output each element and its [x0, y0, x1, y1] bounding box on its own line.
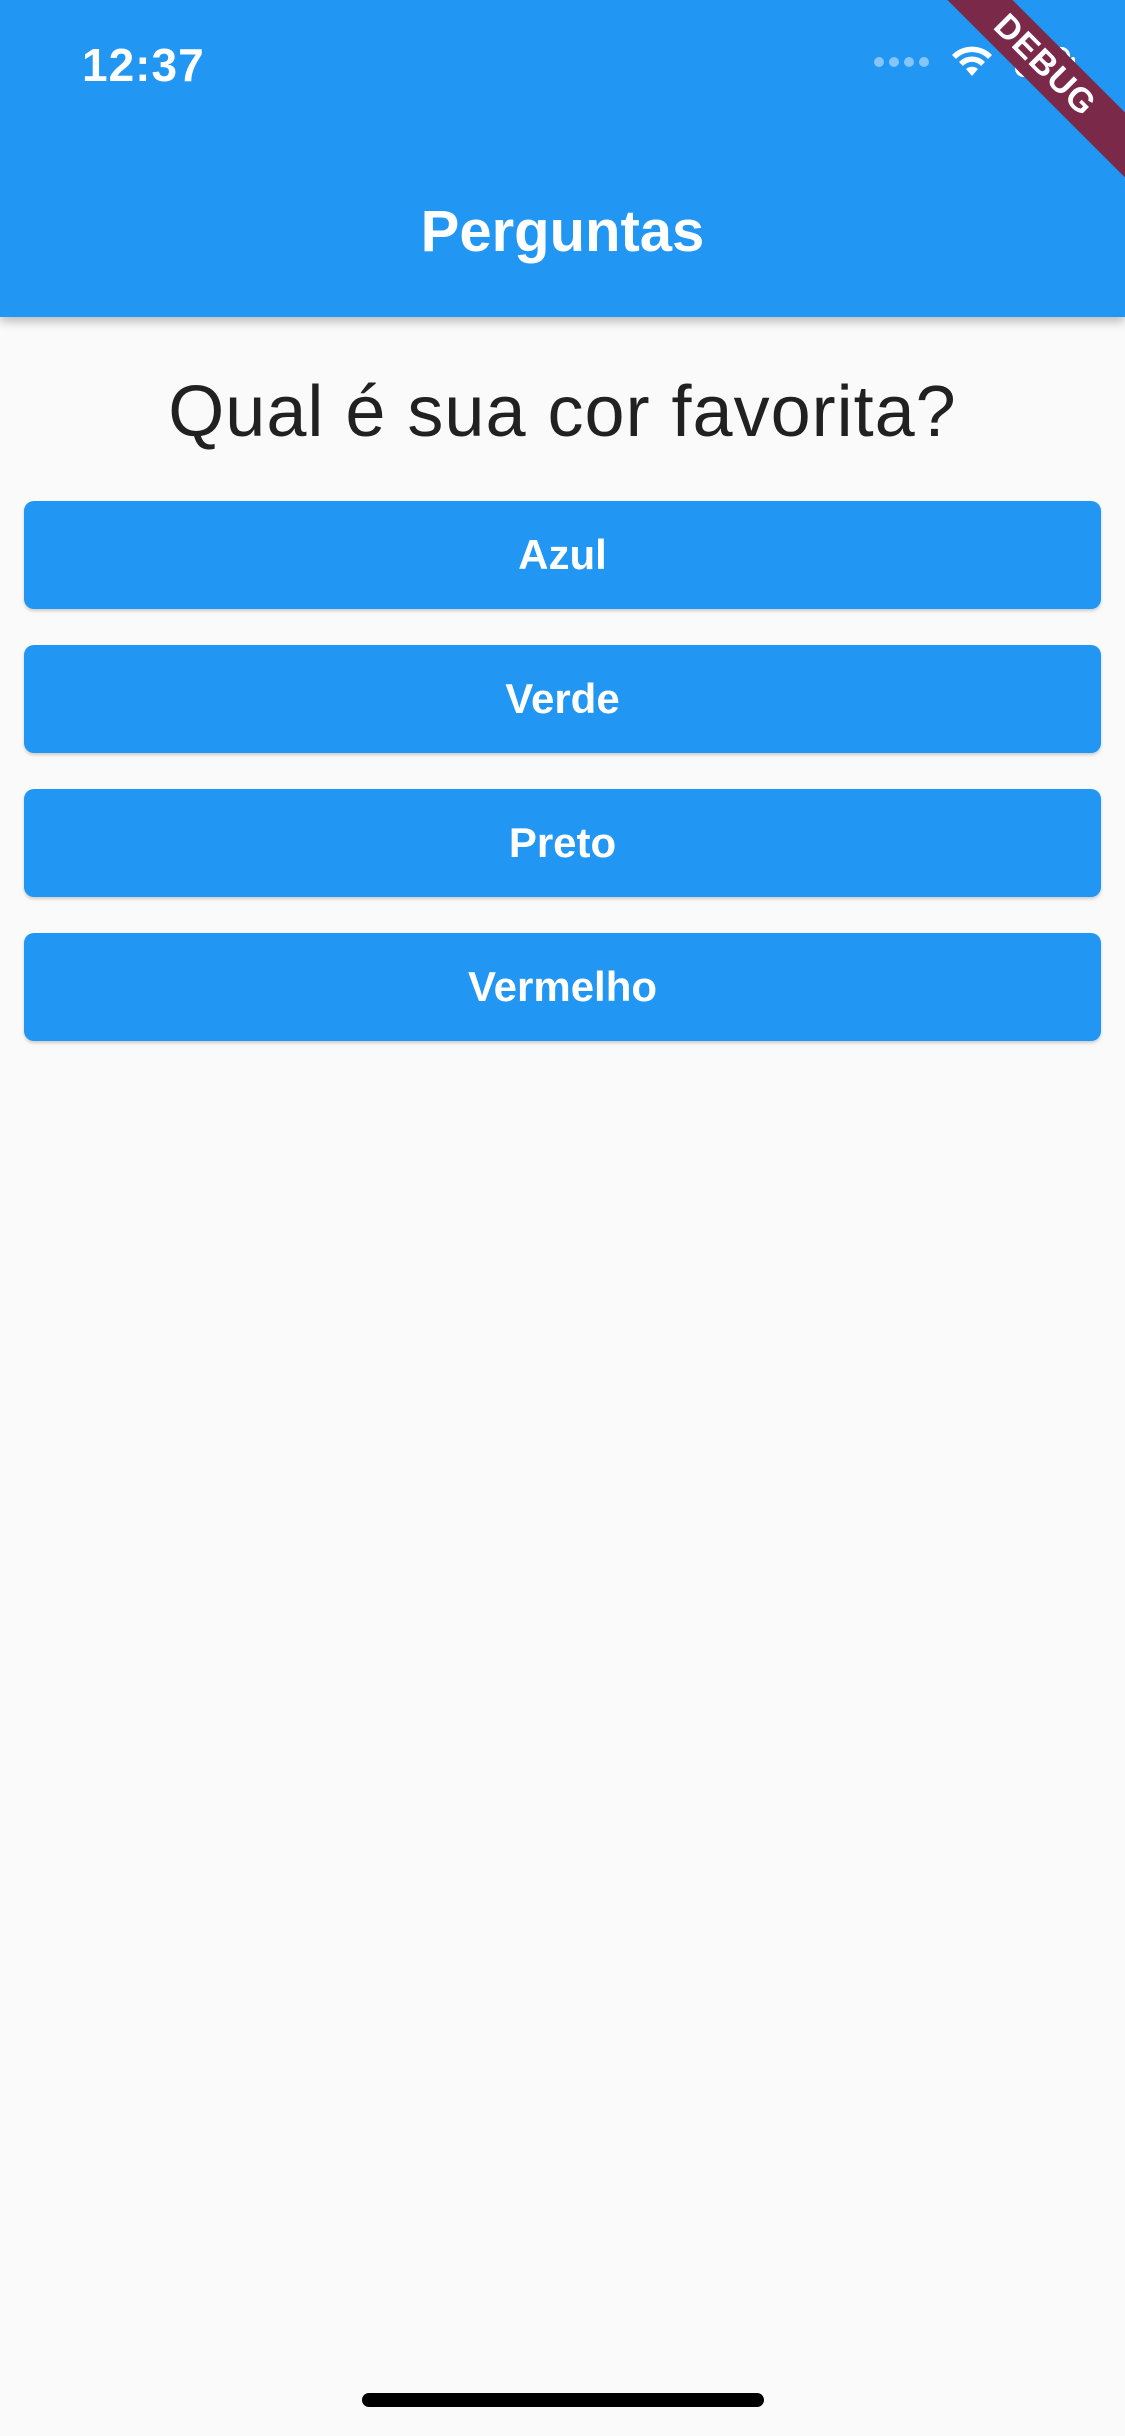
page-title: Perguntas	[420, 199, 705, 264]
wifi-icon	[951, 46, 993, 78]
home-indicator[interactable]	[362, 2393, 764, 2407]
answer-button-azul[interactable]: Azul	[24, 501, 1101, 609]
screen: 12:37 Perguntas DEBUG Qual é sua cor fav…	[0, 0, 1125, 2436]
answer-button-vermelho[interactable]: Vermelho	[24, 933, 1101, 1041]
status-time: 12:37	[82, 39, 205, 91]
question-text: Qual é sua cor favorita?	[168, 372, 957, 452]
main-content: Qual é sua cor favorita? Azul Verde Pret…	[0, 317, 1125, 1077]
signal-dots-icon	[874, 57, 929, 67]
answer-list: Azul Verde Preto Vermelho	[0, 501, 1125, 1041]
answer-button-verde[interactable]: Verde	[24, 645, 1101, 753]
answer-button-preto[interactable]: Preto	[24, 789, 1101, 897]
app-bar: 12:37 Perguntas	[0, 0, 1125, 317]
status-icons	[874, 46, 1077, 78]
battery-icon	[1015, 47, 1077, 77]
